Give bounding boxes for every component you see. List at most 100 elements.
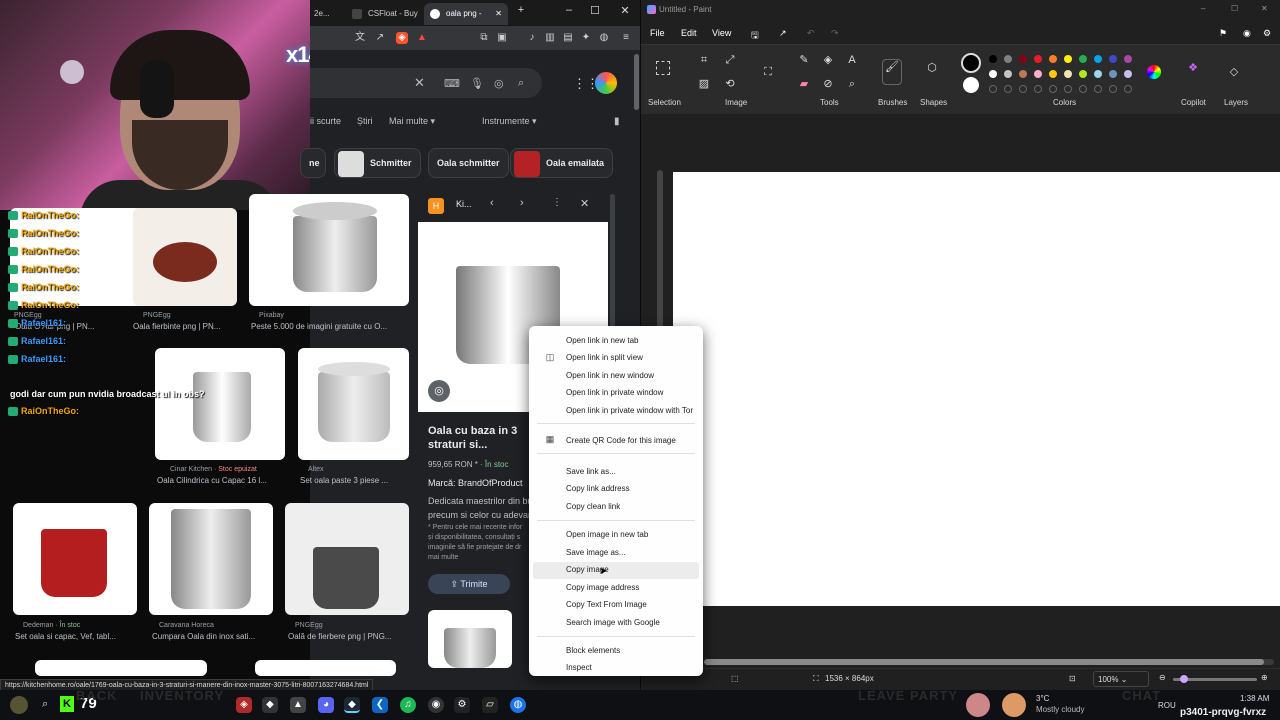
share-icon[interactable]: ↗ [374, 32, 386, 44]
prev-icon[interactable]: ‹ [490, 197, 494, 209]
empty-swatch[interactable] [1019, 85, 1027, 93]
color-swatch[interactable] [1124, 55, 1132, 63]
vpn-icon[interactable]: ◍ [598, 32, 610, 44]
music-icon[interactable]: ♪ [526, 32, 538, 44]
tab-oala-png[interactable]: oala png - ✕ [424, 3, 508, 25]
tab-close-icon[interactable]: ✕ [495, 3, 502, 25]
sidebar-icon[interactable]: ▥ [544, 32, 556, 44]
color-swatch[interactable] [1049, 70, 1057, 78]
steam-icon[interactable]: ◆ [262, 697, 278, 713]
wallet-icon[interactable]: ▤ [562, 32, 574, 44]
search-icon[interactable]: ⌕ [42, 698, 48, 711]
menu-search-image-google[interactable]: Search image with Google [566, 618, 660, 627]
menu-icon[interactable]: ≡ [620, 32, 632, 44]
crop-icon[interactable]: ⌗ [697, 53, 711, 67]
eraser-icon[interactable]: ▰ [797, 77, 811, 91]
menu-save-link[interactable]: Save link as... [566, 467, 616, 476]
edit-colors-icon[interactable] [1147, 65, 1161, 79]
color-swatch[interactable] [1064, 70, 1072, 78]
drawing-canvas[interactable] [673, 172, 1280, 606]
color-swatch[interactable] [1064, 55, 1072, 63]
next-icon[interactable]: › [520, 197, 524, 209]
zoom-slider-thumb[interactable] [1180, 675, 1188, 683]
pencil-icon[interactable]: ✎ [797, 53, 811, 67]
color-swatch[interactable] [1109, 70, 1117, 78]
zoom-out-icon[interactable]: ⊖ [1159, 673, 1166, 682]
result-image[interactable] [133, 208, 237, 306]
chip-partial[interactable]: ne [300, 148, 326, 178]
result-caption[interactable]: Cumpara Oala din inox sati... [152, 632, 276, 641]
rotate-icon[interactable]: ⟲ [723, 77, 737, 91]
search-input[interactable]: ✕ ⌨ 🎙 ◎ ⌕ [310, 68, 542, 98]
discord-icon[interactable]: ◕ [318, 697, 334, 713]
shapes-icon[interactable]: ⬡ [925, 61, 939, 75]
mic-icon[interactable]: 🎙 [470, 77, 484, 90]
tab-csfloat[interactable]: CSFloat - Buy & [346, 3, 420, 40]
color-picker-icon[interactable]: ⊘ [821, 77, 835, 91]
color-swatch[interactable] [1109, 55, 1117, 63]
bookmark-icon[interactable]: ▮ [614, 116, 620, 127]
more-options-icon[interactable]: ⋮ [552, 197, 562, 208]
undo-icon[interactable]: ↶ [807, 28, 815, 39]
color-swatch[interactable] [1049, 55, 1057, 63]
share-button[interactable]: ⇪ Trimite [428, 574, 510, 594]
save-icon[interactable]: 🖫 [751, 28, 759, 44]
paint-minimize-icon[interactable]: – [1201, 4, 1205, 13]
menu-open-new-window[interactable]: Open link in new window [566, 371, 654, 380]
tab-partial[interactable]: 2e... [310, 3, 344, 25]
menu-open-private-tor[interactable]: Open link in private window with Tor [566, 406, 693, 415]
minimize-icon[interactable]: – [556, 4, 582, 16]
color-swatch[interactable] [1019, 55, 1027, 63]
horizontal-scrollbar[interactable] [704, 659, 1274, 665]
screenshot-icon[interactable]: ▣ [496, 32, 508, 44]
scroll-thumb[interactable] [704, 659, 1264, 665]
obs-icon[interactable]: ◉ [428, 697, 444, 713]
result-image[interactable] [13, 503, 137, 615]
files-icon[interactable]: ▱ [482, 697, 498, 713]
menu-save-image[interactable]: Save image as... [566, 548, 626, 557]
image-select-icon[interactable]: ▨ [697, 77, 711, 91]
share-icon[interactable]: ↗ [779, 28, 787, 39]
menu-open-private-window[interactable]: Open link in private window [566, 388, 663, 397]
menu-inspect[interactable]: Inspect [566, 663, 592, 672]
menu-copy-image-address[interactable]: Copy image address [566, 583, 639, 592]
result-image[interactable] [35, 660, 207, 676]
result-caption[interactable]: Set oala paste 3 piese ... [300, 476, 410, 485]
color-swatch[interactable] [1094, 70, 1102, 78]
color-swatch[interactable] [1019, 70, 1027, 78]
menu-copy-link[interactable]: Copy link address [566, 484, 630, 493]
extensions-icon[interactable]: ⧉ [478, 32, 490, 44]
spotify-icon[interactable]: ♫ [400, 697, 416, 713]
color-swatch[interactable] [1004, 55, 1012, 63]
empty-swatch[interactable] [1094, 85, 1102, 93]
settings-icon[interactable]: ⚙ [1263, 28, 1271, 39]
color-swatch[interactable] [1079, 70, 1087, 78]
menu-open-split-view[interactable]: Open link in split view [566, 353, 643, 362]
keyboard-icon[interactable]: ⌨ [444, 77, 460, 90]
search-icon[interactable]: ⌕ [518, 77, 524, 90]
result-image[interactable] [285, 503, 409, 615]
menu-edit[interactable]: Edit [681, 28, 697, 38]
result-caption[interactable]: Peste 5.000 de imagini gratuite cu O... [251, 322, 411, 331]
account-icon[interactable]: ◉ [1243, 28, 1251, 39]
site-name[interactable]: Ki... [456, 199, 472, 209]
window-close-icon[interactable]: ✕ [612, 4, 638, 17]
resize-icon[interactable]: ⤢ [723, 53, 737, 67]
input-language[interactable]: ROU [1158, 701, 1176, 710]
redo-icon[interactable]: ↷ [831, 28, 839, 39]
paint-maximize-icon[interactable]: ☐ [1231, 4, 1238, 13]
color-swatch[interactable] [1079, 55, 1087, 63]
result-image[interactable] [149, 503, 273, 615]
primary-color[interactable] [961, 53, 981, 73]
epic-icon[interactable]: ▲ [290, 697, 306, 713]
color-swatch[interactable] [1094, 55, 1102, 63]
image-ai-icon[interactable]: ⛶ [761, 65, 775, 79]
color-swatch[interactable] [1034, 55, 1042, 63]
menu-file[interactable]: File [650, 28, 665, 38]
related-image[interactable] [428, 610, 512, 668]
steam-active-icon[interactable]: ◆ [344, 697, 360, 713]
brush-icon[interactable]: 🖌 [882, 59, 902, 85]
vscode-icon[interactable]: ❮ [372, 697, 388, 713]
result-image[interactable] [255, 660, 396, 676]
selection-icon[interactable] [656, 61, 670, 75]
